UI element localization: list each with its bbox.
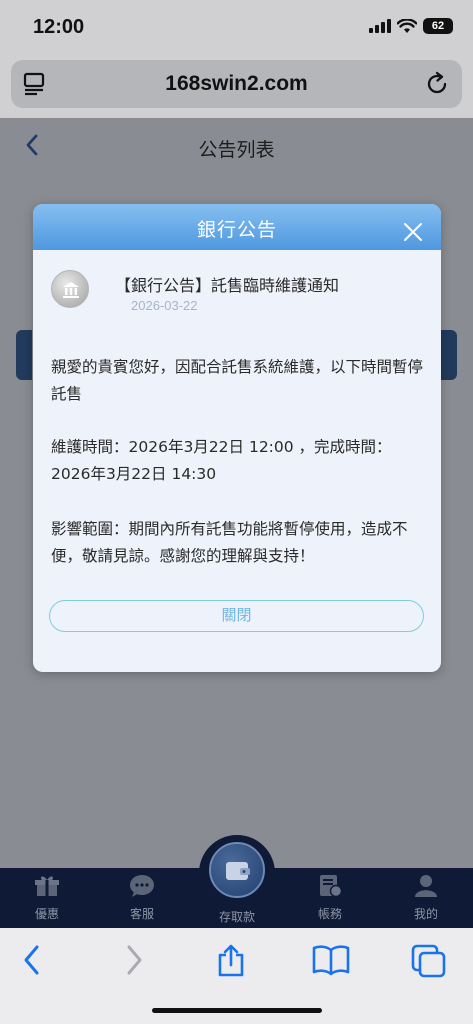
tab-profile[interactable]: 我的: [396, 874, 456, 922]
wallet-icon: [226, 862, 250, 880]
wifi-icon: [397, 18, 417, 33]
notice-title: 【銀行公告】託售臨時維護通知: [115, 276, 340, 295]
back-icon[interactable]: [22, 944, 42, 976]
reload-icon[interactable]: [424, 71, 450, 97]
tabs-icon[interactable]: [411, 944, 447, 978]
tab-deposit-withdraw[interactable]: [209, 842, 265, 898]
close-button[interactable]: 關閉: [49, 600, 424, 632]
url-text[interactable]: 168swin2.com: [11, 72, 462, 96]
notice-date: 2026-03-22: [131, 298, 198, 313]
tab-label: 存取款: [218, 910, 255, 924]
address-bar[interactable]: 168swin2.com: [11, 60, 462, 108]
browser-address-area: 168swin2.com: [0, 56, 473, 118]
bookmarks-icon[interactable]: [312, 944, 350, 976]
modal-header: 銀行公告: [33, 204, 441, 250]
notice-heading: 【銀行公告】託售臨時維護通知 2026-03-22: [51, 268, 423, 320]
tab-label: 客服: [129, 907, 154, 921]
close-icon[interactable]: [403, 222, 423, 242]
announcement-modal: 銀行公告 【銀行公告】託售臨時維護通知 2026-03-22 親愛的貴賓您好，因…: [33, 204, 441, 672]
battery-indicator: 62: [423, 18, 453, 34]
modal-title: 銀行公告: [196, 219, 277, 241]
gift-icon: [35, 876, 59, 896]
bank-icon: [51, 270, 89, 308]
page-header: 公告列表: [0, 118, 473, 178]
background-card-edge: [16, 330, 32, 380]
cellular-signal-icon: [369, 19, 391, 33]
tab-label: 我的: [413, 907, 438, 921]
person-icon: [415, 875, 437, 897]
tab-promotions[interactable]: 優惠: [17, 874, 77, 922]
status-bar: 12:00 62: [0, 0, 473, 56]
tab-accounts[interactable]: 帳務: [300, 874, 360, 922]
background-card-edge: [441, 330, 457, 380]
impact-paragraph: 影響範圍：期間內所有託售功能將暫停使用，造成不便，敬請見諒。感謝您的理解與支持！: [51, 520, 408, 565]
status-icons: 62: [369, 18, 453, 34]
home-indicator: [152, 1008, 322, 1013]
maintenance-time-paragraph: 維護時間：2026年3月22日 12:00 ，完成時間：2026年3月22日 1…: [51, 438, 392, 483]
share-icon[interactable]: [215, 944, 247, 978]
page-title: 公告列表: [198, 139, 275, 161]
status-time: 12:00: [33, 16, 85, 38]
tab-label: 優惠: [34, 907, 59, 921]
chat-icon: [130, 875, 154, 897]
notice-paragraph: 親愛的貴賓您好，因配合託售系統維護，以下時間暫停託售: [51, 358, 424, 403]
ledger-icon: [320, 875, 343, 898]
tab-customer-service[interactable]: 客服: [112, 874, 172, 922]
forward-icon[interactable]: [124, 944, 144, 976]
tab-label: 帳務: [317, 907, 342, 921]
